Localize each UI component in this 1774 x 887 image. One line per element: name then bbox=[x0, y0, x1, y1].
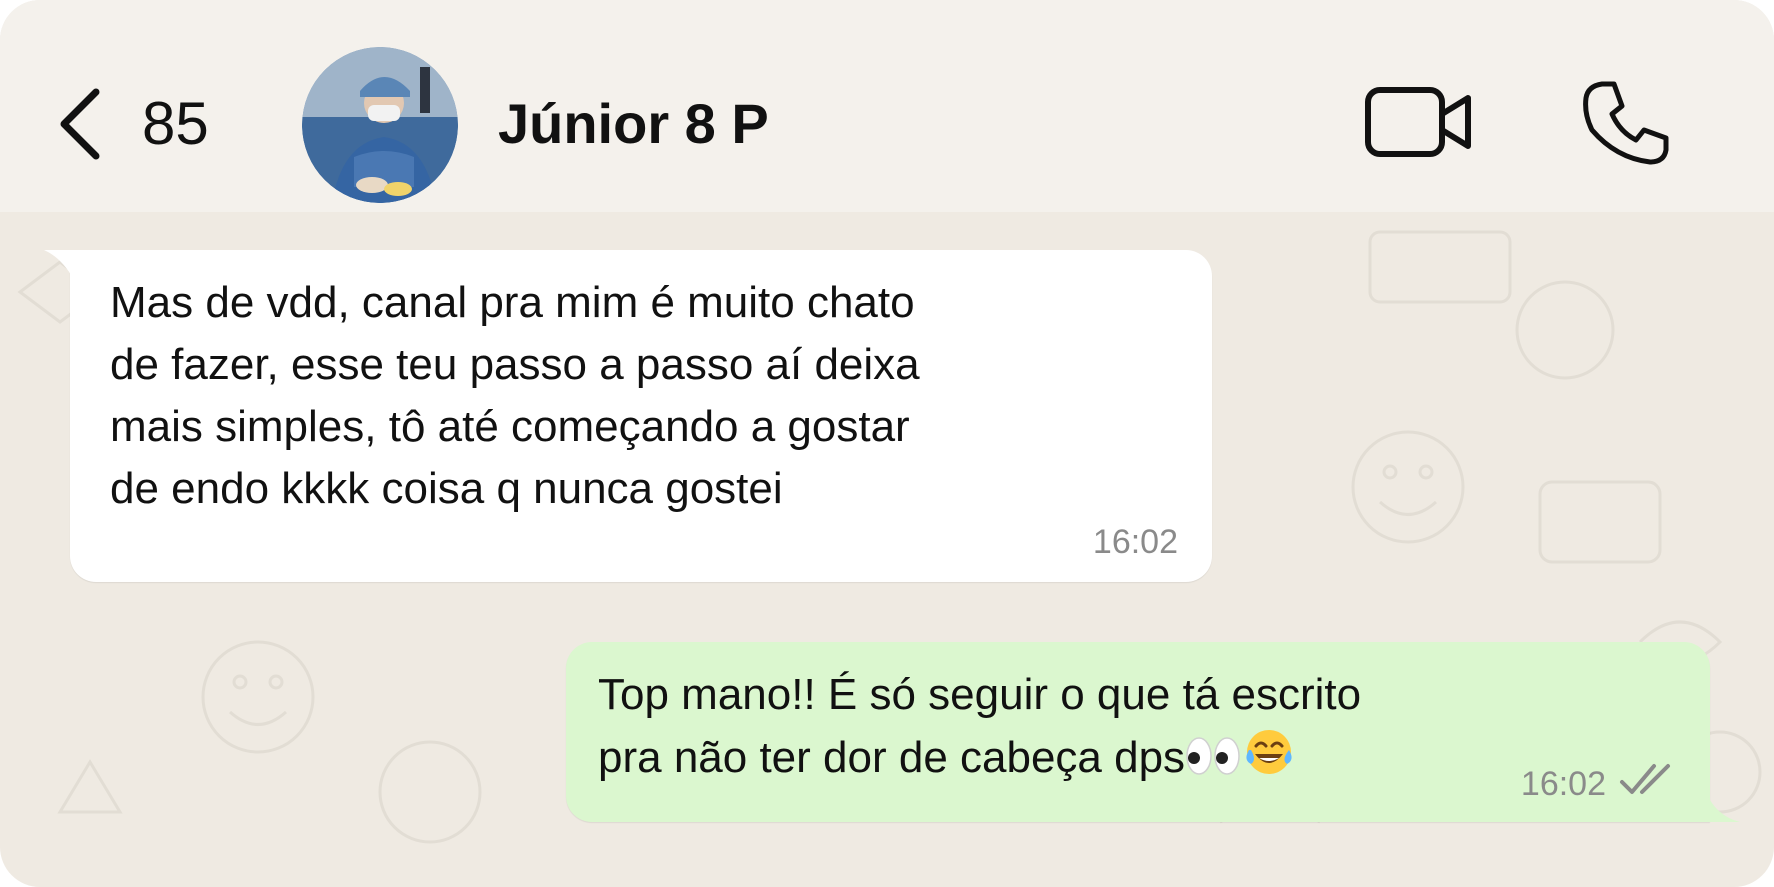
incoming-message-bubble[interactable]: Mas de vdd, canal pra mim é muito chato … bbox=[44, 250, 1212, 582]
message-line-with-emoji: pra não ter dor de cabeça dps bbox=[598, 726, 1670, 789]
chat-window: 85 Júnior 8 P Mas de vdd, canal pra mim … bbox=[0, 0, 1774, 887]
message-timestamp: 16:02 bbox=[1520, 765, 1606, 803]
eyes-emoji bbox=[1186, 737, 1240, 775]
bubble-tail bbox=[44, 250, 74, 280]
contact-name[interactable]: Júnior 8 P bbox=[498, 88, 769, 160]
face-with-tears-of-joy-emoji bbox=[1246, 730, 1292, 774]
video-camera-icon[interactable] bbox=[1364, 84, 1474, 160]
message-text: Mas de vdd, canal pra mim é muito chato … bbox=[110, 278, 920, 513]
avatar[interactable] bbox=[302, 47, 458, 203]
outgoing-message-bubble[interactable]: Top mano!! É só seguir o que tá escrito … bbox=[566, 642, 1740, 822]
message-line: Top mano!! É só seguir o que tá escrito bbox=[598, 670, 1362, 719]
message-timestamp: 16:02 bbox=[1092, 523, 1178, 561]
unread-count[interactable]: 85 bbox=[142, 88, 209, 160]
read-receipt-icon bbox=[1620, 764, 1670, 794]
message-line: pra não ter dor de cabeça dps bbox=[598, 733, 1186, 782]
chat-header: 85 Júnior 8 P bbox=[0, 0, 1774, 212]
chevron-left-icon[interactable] bbox=[52, 84, 112, 164]
phone-icon[interactable] bbox=[1580, 78, 1672, 166]
bubble-tail bbox=[1706, 792, 1740, 822]
message-text: Top mano!! É só seguir o que tá escrito … bbox=[598, 664, 1670, 789]
